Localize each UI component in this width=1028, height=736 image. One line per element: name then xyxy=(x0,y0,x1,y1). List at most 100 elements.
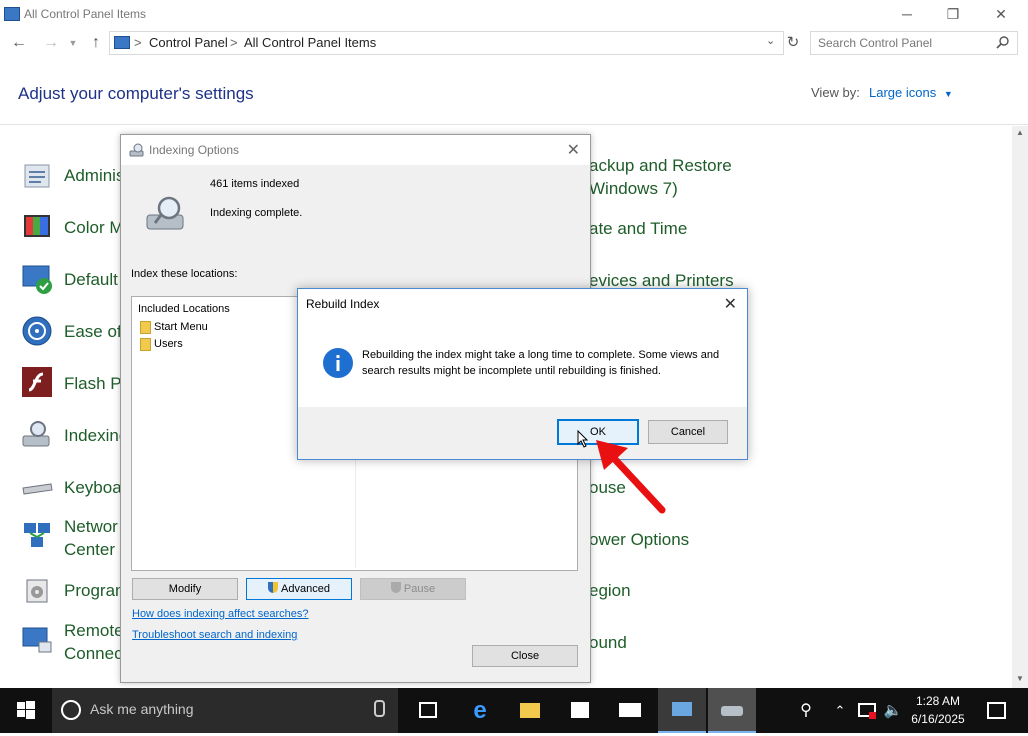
task-view-icon[interactable] xyxy=(404,688,452,733)
taskbar-search-text: Ask me anything xyxy=(90,701,194,717)
cp-item-indexing-options[interactable]: Indexing xyxy=(64,426,128,456)
breadcrumb-separator: > xyxy=(134,35,142,50)
advanced-button-label: Advanced xyxy=(281,583,330,595)
scroll-down-icon[interactable]: ▼ xyxy=(1016,674,1024,683)
troubleshoot-link[interactable]: Troubleshoot search and indexing xyxy=(132,629,297,641)
indexing-options-icon xyxy=(129,143,145,162)
cp-item-date-time[interactable]: ate and Time xyxy=(589,219,687,249)
rebuild-dialog-close-button[interactable]: ✕ xyxy=(724,294,737,314)
address-dropdown-icon[interactable]: ⌄ xyxy=(766,34,775,47)
view-by-label: View by: xyxy=(811,85,860,100)
annotation-arrow-icon xyxy=(590,436,670,521)
cp-item-sound[interactable]: ound xyxy=(589,633,627,663)
list-item[interactable]: Users xyxy=(154,338,183,350)
search-input[interactable]: Search Control Panel xyxy=(810,31,1018,55)
pause-button-label: Pause xyxy=(403,583,436,595)
folder-icon xyxy=(140,338,151,351)
mail-icon[interactable] xyxy=(606,688,654,733)
cortana-circle-icon xyxy=(61,700,81,720)
cp-item-network-center[interactable]: Center xyxy=(64,540,115,570)
indexing-large-icon xyxy=(145,195,187,238)
cp-item-remoteapp-connections[interactable]: Connect xyxy=(64,644,127,674)
back-button[interactable]: ← xyxy=(9,34,29,52)
rebuild-dialog-footer: OK Cancel xyxy=(298,407,747,459)
page-header: Adjust your computer's settings View by:… xyxy=(0,58,1028,125)
control-panel-icon xyxy=(4,7,20,21)
view-by-dropdown[interactable]: Large icons ▼ xyxy=(869,85,953,100)
pause-button[interactable]: Pause xyxy=(360,578,466,600)
rebuild-index-dialog: Rebuild Index ✕ Rebuilding the index mig… xyxy=(297,288,748,460)
info-icon xyxy=(322,347,354,384)
cp-item-administrative-tools[interactable]: Adminis xyxy=(64,166,124,196)
cp-item-color-management[interactable]: Color M xyxy=(64,218,124,248)
window-titlebar: All Control Panel Items ─ ❐ ✕ xyxy=(0,0,1028,28)
chevron-down-icon: ▼ xyxy=(943,89,953,99)
control-panel-taskbar-icon[interactable] xyxy=(658,688,706,733)
indexing-taskbar-icon[interactable] xyxy=(708,688,756,733)
edge-browser-icon[interactable]: e xyxy=(456,688,504,733)
minimize-button[interactable]: ─ xyxy=(884,0,930,28)
maximize-button[interactable]: ❐ xyxy=(930,0,976,28)
address-field[interactable]: > Control Panel > All Control Panel Item… xyxy=(109,31,784,55)
breadcrumb-separator: > xyxy=(230,35,238,50)
network-sharing-icon xyxy=(21,520,53,552)
volume-icon[interactable]: 🔈 xyxy=(878,688,908,733)
page-title: Adjust your computer's settings xyxy=(18,84,254,103)
close-button[interactable]: ✕ xyxy=(978,0,1024,28)
search-placeholder: Search Control Panel xyxy=(818,36,933,50)
cp-item-backup-restore-2[interactable]: Windows 7) xyxy=(589,179,678,209)
rebuild-dialog-title: Rebuild Index xyxy=(306,297,380,311)
clock-time: 1:28 AM xyxy=(915,694,961,708)
indexing-status: Indexing complete. xyxy=(210,207,303,219)
modify-button[interactable]: Modify xyxy=(132,578,238,600)
action-center-icon[interactable] xyxy=(972,688,1020,733)
cp-item-region[interactable]: egion xyxy=(589,581,631,611)
cp-item-power-options[interactable]: ower Options xyxy=(589,530,689,560)
locations-label: Index these locations: xyxy=(131,268,238,280)
ease-of-access-icon xyxy=(21,315,53,347)
indexing-help-link[interactable]: How does indexing affect searches? xyxy=(132,608,309,620)
indexing-close-button[interactable]: Close xyxy=(472,645,578,667)
view-by-value: Large icons xyxy=(869,85,937,100)
search-icon[interactable] xyxy=(996,35,1010,54)
vertical-scrollbar[interactable]: ▲ ▼ xyxy=(1012,126,1028,688)
color-management-icon xyxy=(21,211,53,243)
list-header: Included Locations xyxy=(138,303,230,315)
programs-features-icon xyxy=(21,574,53,606)
folder-icon xyxy=(140,321,151,334)
indexing-options-icon xyxy=(21,418,53,450)
list-item[interactable]: Start Menu xyxy=(154,321,208,333)
window-title: All Control Panel Items xyxy=(24,7,147,21)
taskbar-clock[interactable]: 1:28 AM 6/16/2025 xyxy=(906,692,970,728)
items-indexed-count: 461 items indexed xyxy=(210,178,300,190)
shield-icon xyxy=(390,582,401,593)
advanced-button[interactable]: Advanced xyxy=(246,578,352,600)
rebuild-message: Rebuilding the index might take a long t… xyxy=(362,349,720,377)
administrative-tools-icon xyxy=(21,159,53,191)
up-button[interactable]: ↑ xyxy=(86,34,106,52)
cp-item-default-programs[interactable]: Default xyxy=(64,270,118,300)
control-panel-icon xyxy=(114,36,130,49)
breadcrumb-control-panel[interactable]: Control Panel xyxy=(149,35,228,50)
keyboard-icon xyxy=(21,470,53,502)
cp-item-keyboard[interactable]: Keyboar xyxy=(64,478,127,508)
breadcrumb-all-items[interactable]: All Control Panel Items xyxy=(244,35,376,50)
start-windows-icon[interactable] xyxy=(2,688,50,733)
clock-date: 6/16/2025 xyxy=(911,712,965,726)
address-toolbar: ← → ▼ ↑ > Control Panel > All Control Pa… xyxy=(0,28,1028,58)
store-icon[interactable] xyxy=(556,688,604,733)
shield-icon xyxy=(268,582,279,593)
taskbar-search-box[interactable]: Ask me anything xyxy=(52,688,398,733)
indexing-dialog-titlebar: Indexing Options ✕ xyxy=(121,135,590,165)
mouse-cursor-icon xyxy=(577,429,589,453)
microphone-icon[interactable] xyxy=(374,700,385,717)
default-programs-icon xyxy=(21,263,53,295)
taskbar: Ask me anything e ⚲ ⌃ 🔈 1:28 AM 6/16/202… xyxy=(0,688,1028,733)
file-explorer-icon[interactable] xyxy=(506,688,554,733)
refresh-button[interactable]: ↻ xyxy=(783,34,803,52)
forward-button[interactable]: → xyxy=(41,34,61,52)
scroll-up-icon[interactable]: ▲ xyxy=(1016,128,1024,137)
indexing-dialog-close-button[interactable]: ✕ xyxy=(567,140,580,160)
indexing-dialog-title: Indexing Options xyxy=(149,143,240,157)
recent-dropdown-icon[interactable]: ▼ xyxy=(63,34,83,52)
